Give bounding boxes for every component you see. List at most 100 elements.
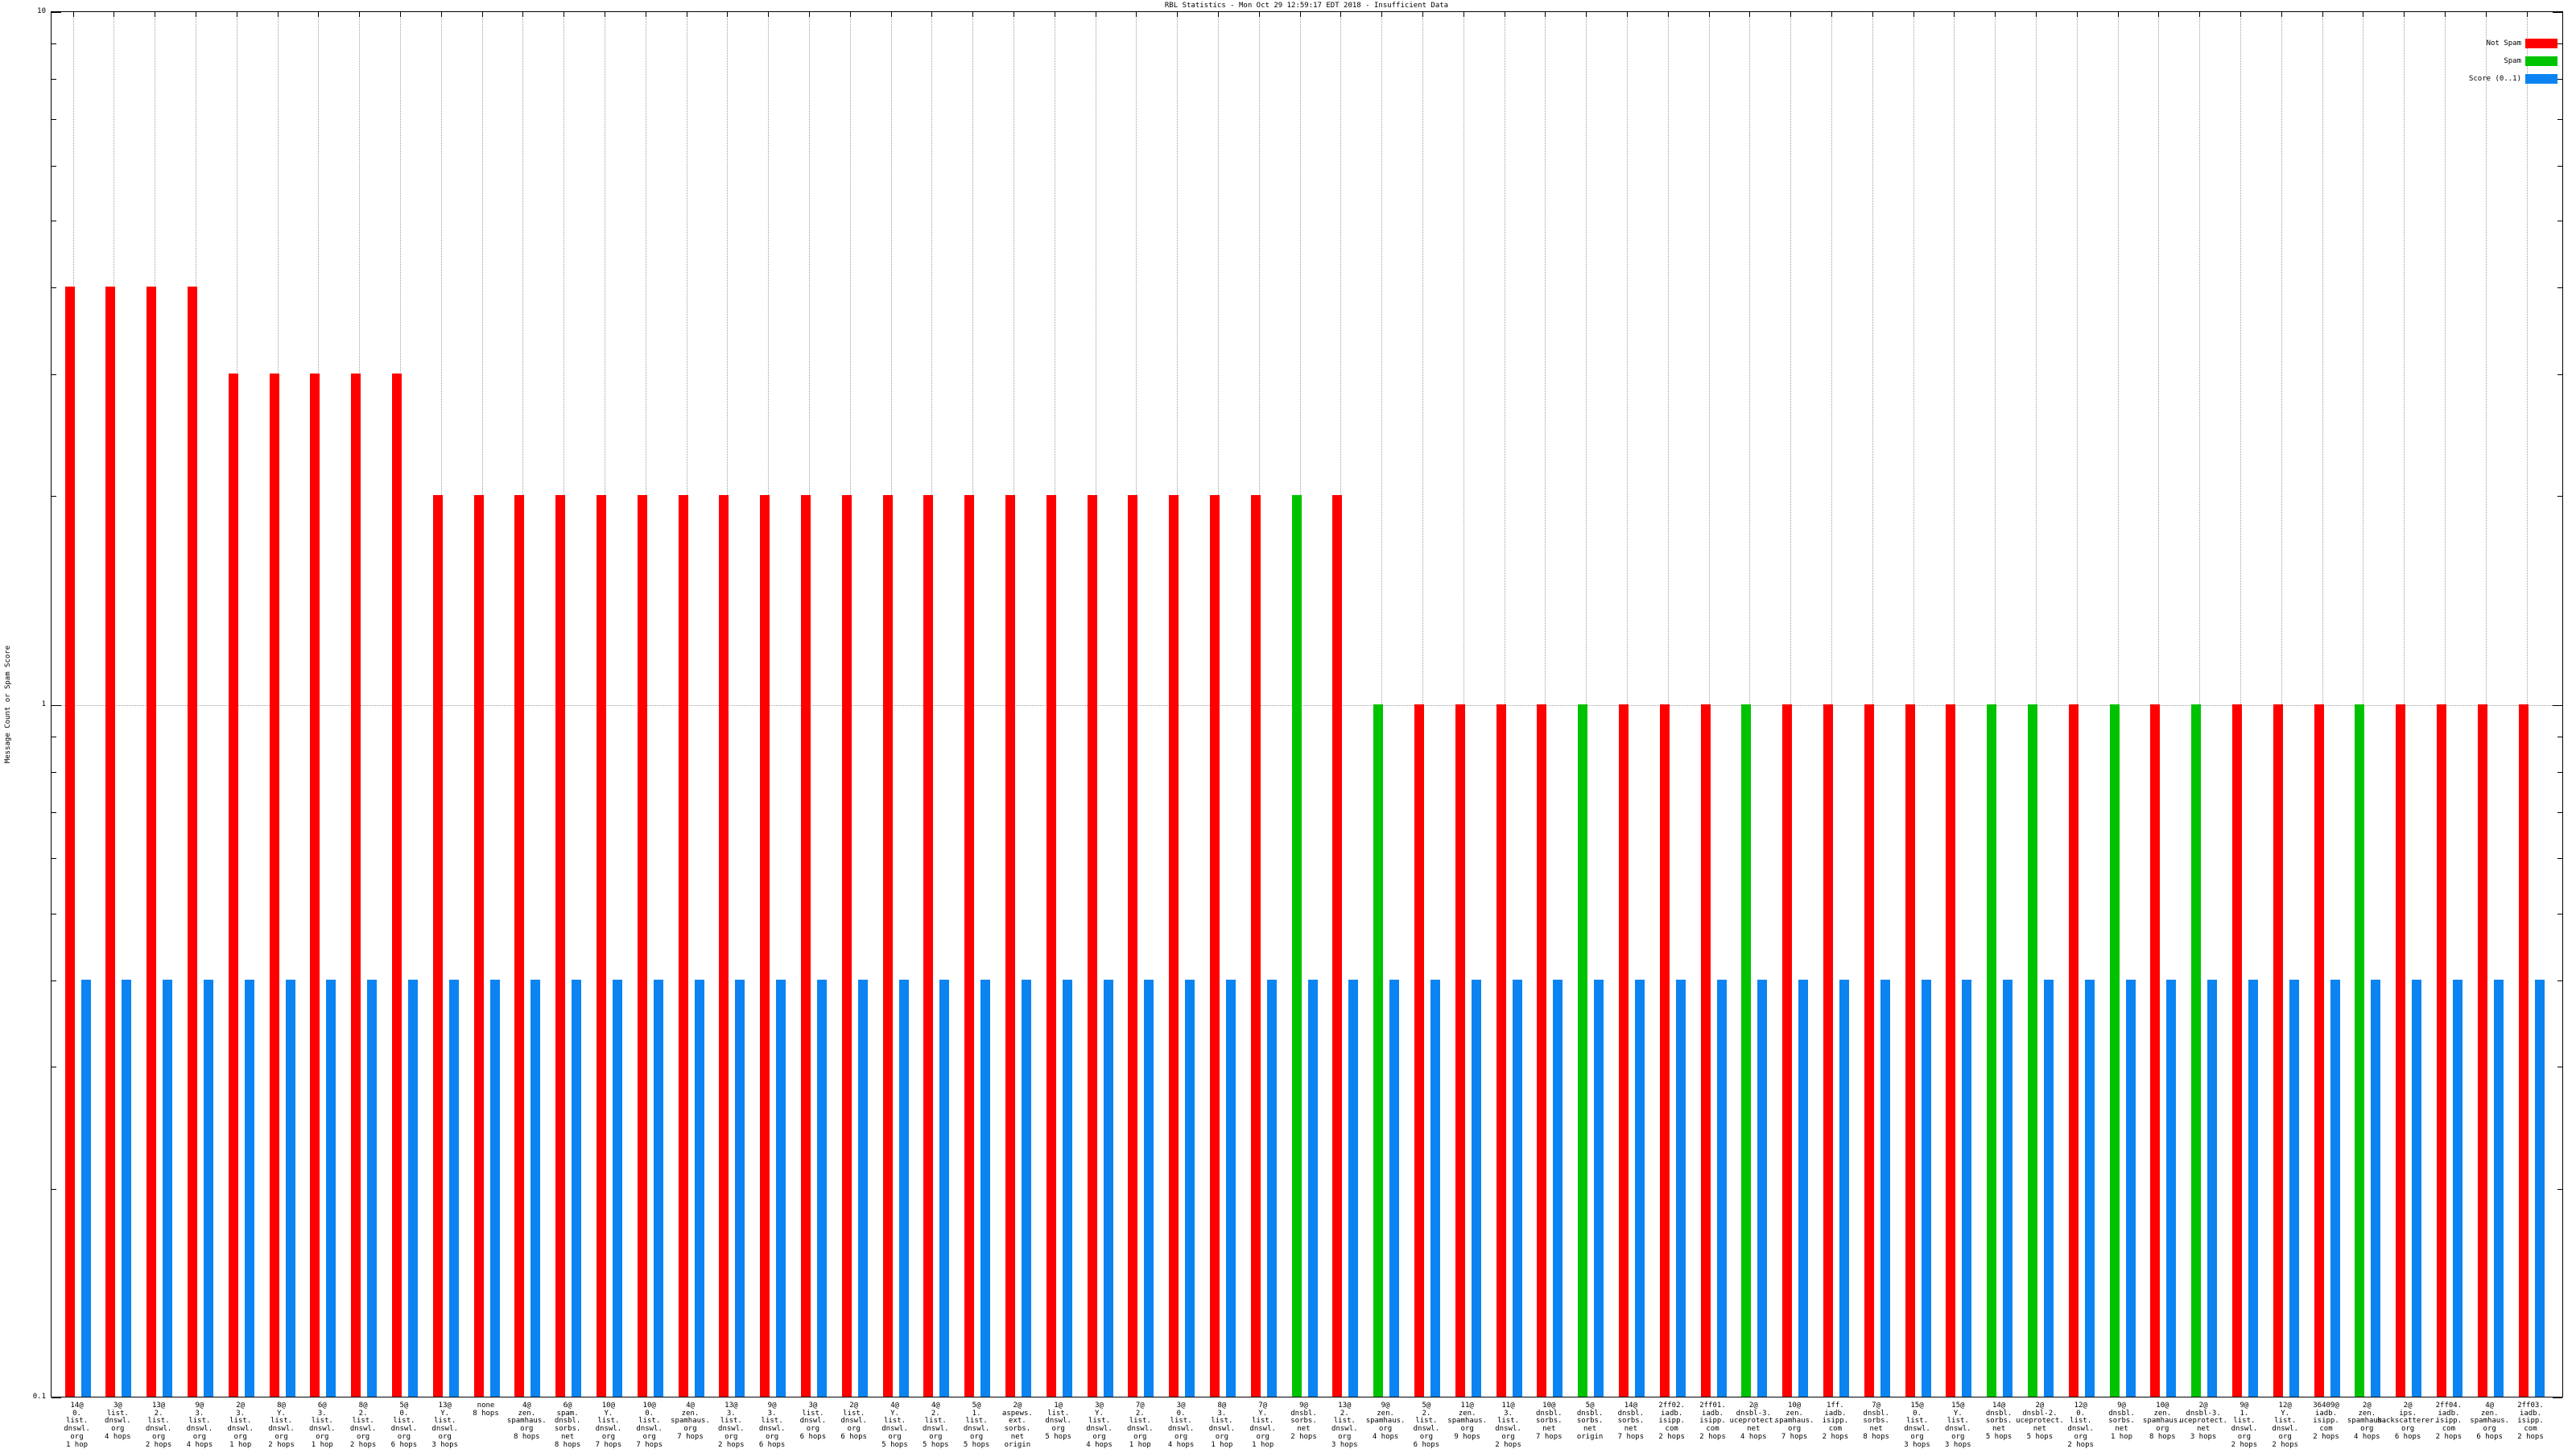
top-tick-mark — [1913, 12, 1914, 17]
top-tick-mark — [727, 12, 729, 17]
top-tick-mark — [2076, 12, 2078, 17]
not-spam-count-bar — [269, 373, 279, 1397]
x-tick-label: 2ff03. iadb. isipp. com 2 hops — [2517, 1402, 2544, 1441]
top-tick-mark — [1463, 12, 1464, 17]
not-spam-count-bar — [2518, 704, 2529, 1397]
score-bar — [1021, 979, 1031, 1397]
not-spam-count-bar — [1823, 704, 1833, 1397]
not-spam-count-bar — [105, 287, 116, 1397]
score-bar — [530, 979, 541, 1397]
not-spam-count-bar — [473, 495, 484, 1397]
not-spam-count-bar — [1618, 704, 1629, 1397]
top-tick-mark — [1177, 12, 1179, 17]
score-bar — [816, 979, 827, 1397]
top-tick-mark — [440, 12, 442, 17]
not-spam-count-bar — [2150, 704, 2161, 1397]
top-tick-mark — [972, 12, 974, 17]
score-bar — [1634, 979, 1645, 1397]
score-bar — [244, 979, 254, 1397]
chart-title: RBL Statistics - Mon Oct 29 12:59:17 EDT… — [1164, 2, 1449, 10]
y-tick-mark — [52, 704, 61, 706]
top-tick-mark — [1545, 12, 1546, 17]
top-tick-mark — [2117, 12, 2119, 17]
score-bar — [1389, 979, 1400, 1397]
not-spam-count-bar — [882, 495, 893, 1397]
score-bar — [1471, 979, 1481, 1397]
score-bar — [2125, 979, 2136, 1397]
spam-count-bar — [2109, 704, 2120, 1397]
score-bar — [1144, 979, 1154, 1397]
not-spam-count-bar — [432, 495, 443, 1397]
y-tick-mark — [52, 1397, 61, 1398]
grid-line-y1 — [52, 704, 2562, 706]
score-bar — [980, 979, 991, 1397]
legend-swatch — [2525, 56, 2557, 66]
not-spam-count-bar — [555, 495, 566, 1397]
not-spam-count-bar — [1496, 704, 1506, 1397]
y-tick-mark — [52, 374, 56, 375]
y-tick-mark — [2557, 374, 2562, 375]
score-bar — [80, 979, 91, 1397]
top-tick-mark — [1954, 12, 1955, 17]
spam-count-bar — [1373, 704, 1384, 1397]
score-bar — [1553, 979, 1563, 1397]
top-tick-mark — [1749, 12, 1751, 17]
not-spam-count-bar — [678, 495, 688, 1397]
score-bar — [1103, 979, 1113, 1397]
top-tick-mark — [1872, 12, 1873, 17]
y-tick-mark — [2557, 1188, 2562, 1190]
y-tick-mark — [52, 43, 56, 45]
score-bar — [1512, 979, 1522, 1397]
score-bar — [1266, 979, 1277, 1397]
top-tick-mark — [522, 12, 524, 17]
y-tick-mark — [52, 119, 56, 121]
score-bar — [939, 979, 950, 1397]
score-bar — [122, 979, 132, 1397]
spam-count-bar — [2027, 704, 2037, 1397]
score-bar — [2166, 979, 2177, 1397]
not-spam-count-bar — [760, 495, 770, 1397]
score-bar — [2330, 979, 2340, 1397]
score-bar — [1185, 979, 1195, 1397]
not-spam-count-bar — [1046, 495, 1056, 1397]
score-bar — [163, 979, 173, 1397]
top-tick-mark — [2322, 12, 2323, 17]
top-tick-mark — [1258, 12, 1260, 17]
y-tick-mark — [2557, 287, 2562, 289]
not-spam-count-bar — [1455, 704, 1465, 1397]
top-tick-mark — [1586, 12, 1587, 17]
not-spam-count-bar — [841, 495, 852, 1397]
y-tick-mark — [52, 771, 56, 773]
not-spam-count-bar — [1169, 495, 1179, 1397]
y-tick-mark — [52, 165, 56, 167]
not-spam-count-bar — [596, 495, 606, 1397]
score-bar — [1798, 979, 1809, 1397]
not-spam-count-bar — [64, 287, 75, 1397]
score-bar — [326, 979, 336, 1397]
y-tick-mark — [52, 12, 61, 13]
y-tick-label: 10 — [37, 7, 46, 15]
not-spam-count-bar — [1128, 495, 1138, 1397]
score-bar — [2207, 979, 2218, 1397]
not-spam-count-bar — [2396, 704, 2406, 1397]
score-bar — [1348, 979, 1359, 1397]
top-tick-mark — [2281, 12, 2282, 17]
not-spam-count-bar — [2273, 704, 2283, 1397]
top-tick-mark — [1667, 12, 1669, 17]
not-spam-count-bar — [1946, 704, 1956, 1397]
score-bar — [2452, 979, 2462, 1397]
score-bar — [407, 979, 418, 1397]
not-spam-count-bar — [1414, 704, 1424, 1397]
y-tick-mark — [52, 1188, 56, 1190]
score-bar — [2248, 979, 2258, 1397]
top-tick-mark — [1136, 12, 1137, 17]
top-tick-mark — [1995, 12, 1996, 17]
y-tick-mark — [52, 811, 56, 813]
score-bar — [203, 979, 213, 1397]
score-bar — [612, 979, 622, 1397]
top-tick-mark — [399, 12, 401, 17]
not-spam-count-bar — [964, 495, 975, 1397]
score-bar — [776, 979, 786, 1397]
score-bar — [489, 979, 500, 1397]
y-tick-label: 1 — [41, 700, 46, 708]
